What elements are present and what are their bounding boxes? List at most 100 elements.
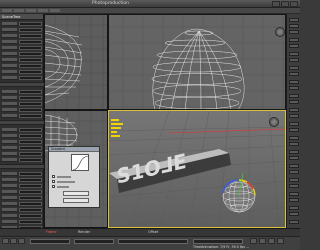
scene-tree-panel: SceneTree <box>0 14 44 238</box>
toolbar-button[interactable] <box>289 122 299 126</box>
timeline-bar: Frame Render Offset TimeAnimation: 7/9 F… <box>0 228 300 250</box>
curve-graph[interactable] <box>71 154 90 171</box>
toolbar-button[interactable] <box>289 58 299 62</box>
menu-item[interactable] <box>2 9 12 12</box>
property-row[interactable] <box>1 89 43 94</box>
property-row[interactable] <box>1 145 43 150</box>
toolbar-button[interactable] <box>289 44 299 48</box>
option-checkbox[interactable] <box>52 185 55 188</box>
toolbar-button[interactable] <box>289 206 299 210</box>
nav-cube-icon[interactable] <box>275 27 285 37</box>
dialog-button[interactable] <box>63 191 89 196</box>
property-row[interactable] <box>1 157 43 162</box>
toolbar-button[interactable] <box>289 114 299 118</box>
property-row[interactable] <box>1 219 43 224</box>
property-row[interactable] <box>1 177 43 182</box>
property-row[interactable] <box>1 21 43 26</box>
property-group-header[interactable] <box>0 120 44 125</box>
toolbar-button[interactable] <box>289 24 299 28</box>
toolbar-button[interactable] <box>289 100 299 104</box>
toolbar-button[interactable] <box>259 238 266 244</box>
property-row[interactable] <box>1 139 43 144</box>
toolbar-button[interactable] <box>289 164 299 168</box>
property-row[interactable] <box>1 33 43 38</box>
timeline-label-frame: Frame <box>46 230 57 234</box>
toolbar-button[interactable] <box>289 80 299 84</box>
menu-item[interactable] <box>14 9 24 12</box>
property-row[interactable] <box>1 39 43 44</box>
toolbar-button[interactable] <box>289 108 299 112</box>
viewport-left[interactable] <box>44 14 108 110</box>
property-row[interactable] <box>1 201 43 206</box>
menu-item[interactable] <box>26 9 36 12</box>
property-row[interactable] <box>1 189 43 194</box>
property-row[interactable] <box>1 107 43 112</box>
dialog-title: Gradient <box>49 147 99 152</box>
window-title: Photoproduction <box>92 1 129 6</box>
toolbar-button[interactable] <box>289 142 299 146</box>
property-row[interactable] <box>1 195 43 200</box>
toolbar-button[interactable] <box>277 238 284 244</box>
property-row[interactable] <box>1 45 43 50</box>
property-row[interactable] <box>1 69 43 74</box>
stop-button[interactable] <box>10 238 17 244</box>
property-row[interactable] <box>1 183 43 188</box>
option-checkbox[interactable] <box>52 175 55 178</box>
property-row[interactable] <box>1 213 43 218</box>
toolbar-button[interactable] <box>289 66 299 70</box>
property-row[interactable] <box>1 133 43 138</box>
toolbar-button[interactable] <box>289 30 299 34</box>
toolbar-button[interactable] <box>289 220 299 224</box>
property-row[interactable] <box>1 57 43 62</box>
toolbar-button[interactable] <box>289 52 299 56</box>
property-row[interactable] <box>1 51 43 56</box>
property-row[interactable] <box>1 207 43 212</box>
toolbar-button[interactable] <box>289 18 299 22</box>
toolbar-button[interactable] <box>268 238 275 244</box>
viewport-perspective[interactable]: S1O⅃E <box>108 110 286 228</box>
toolbar-button[interactable] <box>289 198 299 202</box>
toolbar-button[interactable] <box>289 38 299 42</box>
viewport-front[interactable] <box>108 14 286 110</box>
property-row[interactable] <box>1 63 43 68</box>
maximize-icon[interactable] <box>281 1 289 7</box>
record-button[interactable] <box>18 238 25 244</box>
property-row[interactable] <box>1 95 43 100</box>
toolbar-button[interactable] <box>289 136 299 140</box>
property-group-header[interactable] <box>0 82 44 87</box>
toolbar-button[interactable] <box>289 170 299 174</box>
menu-item[interactable] <box>50 9 60 12</box>
toolbar-button[interactable] <box>289 178 299 182</box>
property-row[interactable] <box>1 101 43 106</box>
toolbar-button[interactable] <box>289 150 299 154</box>
toolbar-button[interactable] <box>289 184 299 188</box>
close-icon[interactable] <box>290 1 298 7</box>
nav-cube-icon[interactable] <box>269 117 279 127</box>
property-row[interactable] <box>1 171 43 176</box>
property-row[interactable] <box>1 113 43 118</box>
minimize-icon[interactable] <box>272 1 280 7</box>
toolbar-button[interactable] <box>289 192 299 196</box>
viewport-left-wireframe <box>45 15 107 109</box>
play-button[interactable] <box>2 238 9 244</box>
property-row[interactable] <box>1 75 43 80</box>
property-row[interactable] <box>1 27 43 32</box>
toolbar-button[interactable] <box>289 86 299 90</box>
gradient-dialog[interactable]: Gradient <box>48 146 100 208</box>
toolbar-button[interactable] <box>289 212 299 216</box>
frame-field[interactable] <box>30 239 70 244</box>
render-field[interactable] <box>74 239 114 244</box>
toolbar-button[interactable] <box>289 156 299 160</box>
property-group-header[interactable] <box>0 164 44 169</box>
property-row[interactable] <box>1 151 43 156</box>
toolbar-button[interactable] <box>289 72 299 76</box>
toolbar-button[interactable] <box>250 238 257 244</box>
option-checkbox[interactable] <box>52 180 55 183</box>
toolbar-button[interactable] <box>289 94 299 98</box>
toolbar-button[interactable] <box>289 128 299 132</box>
status-field[interactable] <box>193 239 243 244</box>
property-row[interactable] <box>1 127 43 132</box>
offset-field[interactable] <box>118 239 188 244</box>
menu-item[interactable] <box>38 9 48 12</box>
dialog-button[interactable] <box>63 198 89 203</box>
